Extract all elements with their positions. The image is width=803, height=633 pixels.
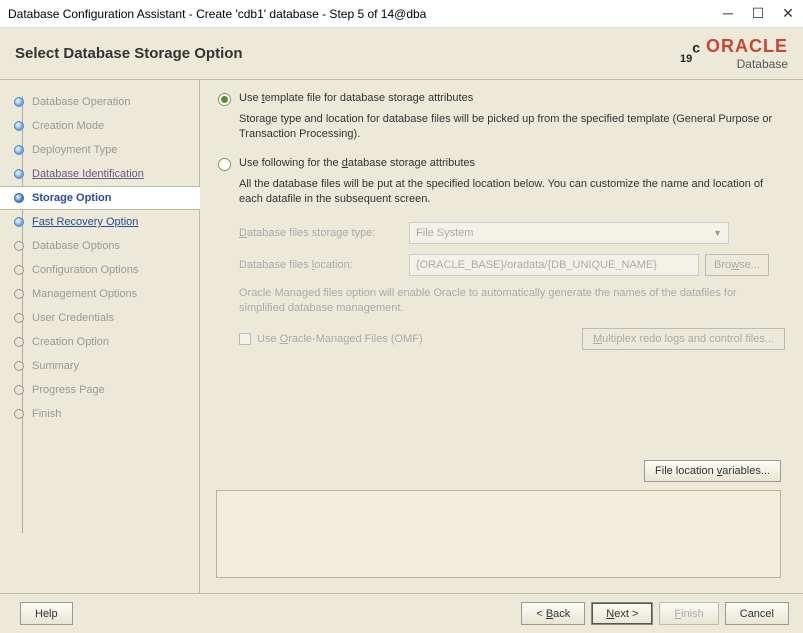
- page-title: Select Database Storage Option: [15, 45, 680, 62]
- step-storage-option[interactable]: Storage Option: [0, 186, 200, 210]
- checkbox-icon: [239, 333, 251, 345]
- back-button[interactable]: < Back: [521, 602, 585, 625]
- step-database-operation: Database Operation: [14, 90, 199, 114]
- step-configuration-options: Configuration Options: [14, 258, 199, 282]
- minimize-icon[interactable]: ─: [721, 5, 735, 22]
- browse-button: Browse...: [705, 254, 769, 276]
- radio-icon[interactable]: [218, 93, 231, 106]
- logo-brand: ORACLE Database: [706, 36, 788, 71]
- step-progress-page: Progress Page: [14, 378, 199, 402]
- window-title: Database Configuration Assistant - Creat…: [8, 7, 721, 21]
- step-user-credentials: User Credentials: [14, 306, 199, 330]
- message-area: [216, 490, 781, 578]
- close-icon[interactable]: ✕: [781, 5, 795, 22]
- step-finish: Finish: [14, 402, 199, 426]
- file-location-variables-button[interactable]: File location variables...: [644, 460, 781, 482]
- maximize-icon[interactable]: ☐: [751, 5, 765, 22]
- content-panel: Use template file for database storage a…: [200, 80, 803, 593]
- header: Select Database Storage Option 19c ORACL…: [0, 28, 803, 80]
- footer: Help < Back Next > Finish Cancel: [0, 593, 803, 633]
- step-creation-mode: Creation Mode: [14, 114, 199, 138]
- step-creation-option: Creation Option: [14, 330, 199, 354]
- wizard-sidebar: Database Operation Creation Mode Deploym…: [0, 80, 200, 593]
- step-summary: Summary: [14, 354, 199, 378]
- oracle-logo: 19c ORACLE Database: [680, 36, 788, 71]
- option-use-following[interactable]: Use following for the database storage a…: [218, 157, 785, 171]
- step-database-identification[interactable]: Database Identification: [14, 162, 199, 186]
- storage-type-row: Database files storage type: File System…: [239, 222, 785, 244]
- next-button[interactable]: Next >: [591, 602, 653, 625]
- step-database-options: Database Options: [14, 234, 199, 258]
- finish-button: Finish: [659, 602, 718, 625]
- multiplex-button: Multiplex redo logs and control files...: [582, 328, 785, 350]
- option-following-desc: All the database files will be put at th…: [239, 177, 785, 208]
- step-fast-recovery-option[interactable]: Fast Recovery Option: [14, 210, 199, 234]
- radio-icon[interactable]: [218, 158, 231, 171]
- location-label: Database files location:: [239, 259, 409, 271]
- window-controls: ─ ☐ ✕: [721, 5, 795, 22]
- step-management-options: Management Options: [14, 282, 199, 306]
- cancel-button[interactable]: Cancel: [725, 602, 789, 625]
- title-bar: Database Configuration Assistant - Creat…: [0, 0, 803, 28]
- location-field: {ORACLE_BASE}/oradata/{DB_UNIQUE_NAME}: [409, 254, 699, 276]
- storage-type-label: Database files storage type:: [239, 227, 409, 239]
- location-row: Database files location: {ORACLE_BASE}/o…: [239, 254, 785, 276]
- step-deployment-type: Deployment Type: [14, 138, 199, 162]
- option-template-file[interactable]: Use template file for database storage a…: [218, 92, 785, 106]
- help-button[interactable]: Help: [20, 602, 73, 625]
- omf-row: Use Oracle-Managed Files (OMF) Multiplex…: [239, 328, 785, 350]
- storage-type-combo: File System ▼: [409, 222, 729, 244]
- omf-note: Oracle Managed files option will enable …: [239, 286, 785, 317]
- logo-version: 19c: [680, 38, 700, 69]
- chevron-down-icon: ▼: [713, 228, 722, 238]
- option-template-desc: Storage type and location for database f…: [239, 112, 785, 143]
